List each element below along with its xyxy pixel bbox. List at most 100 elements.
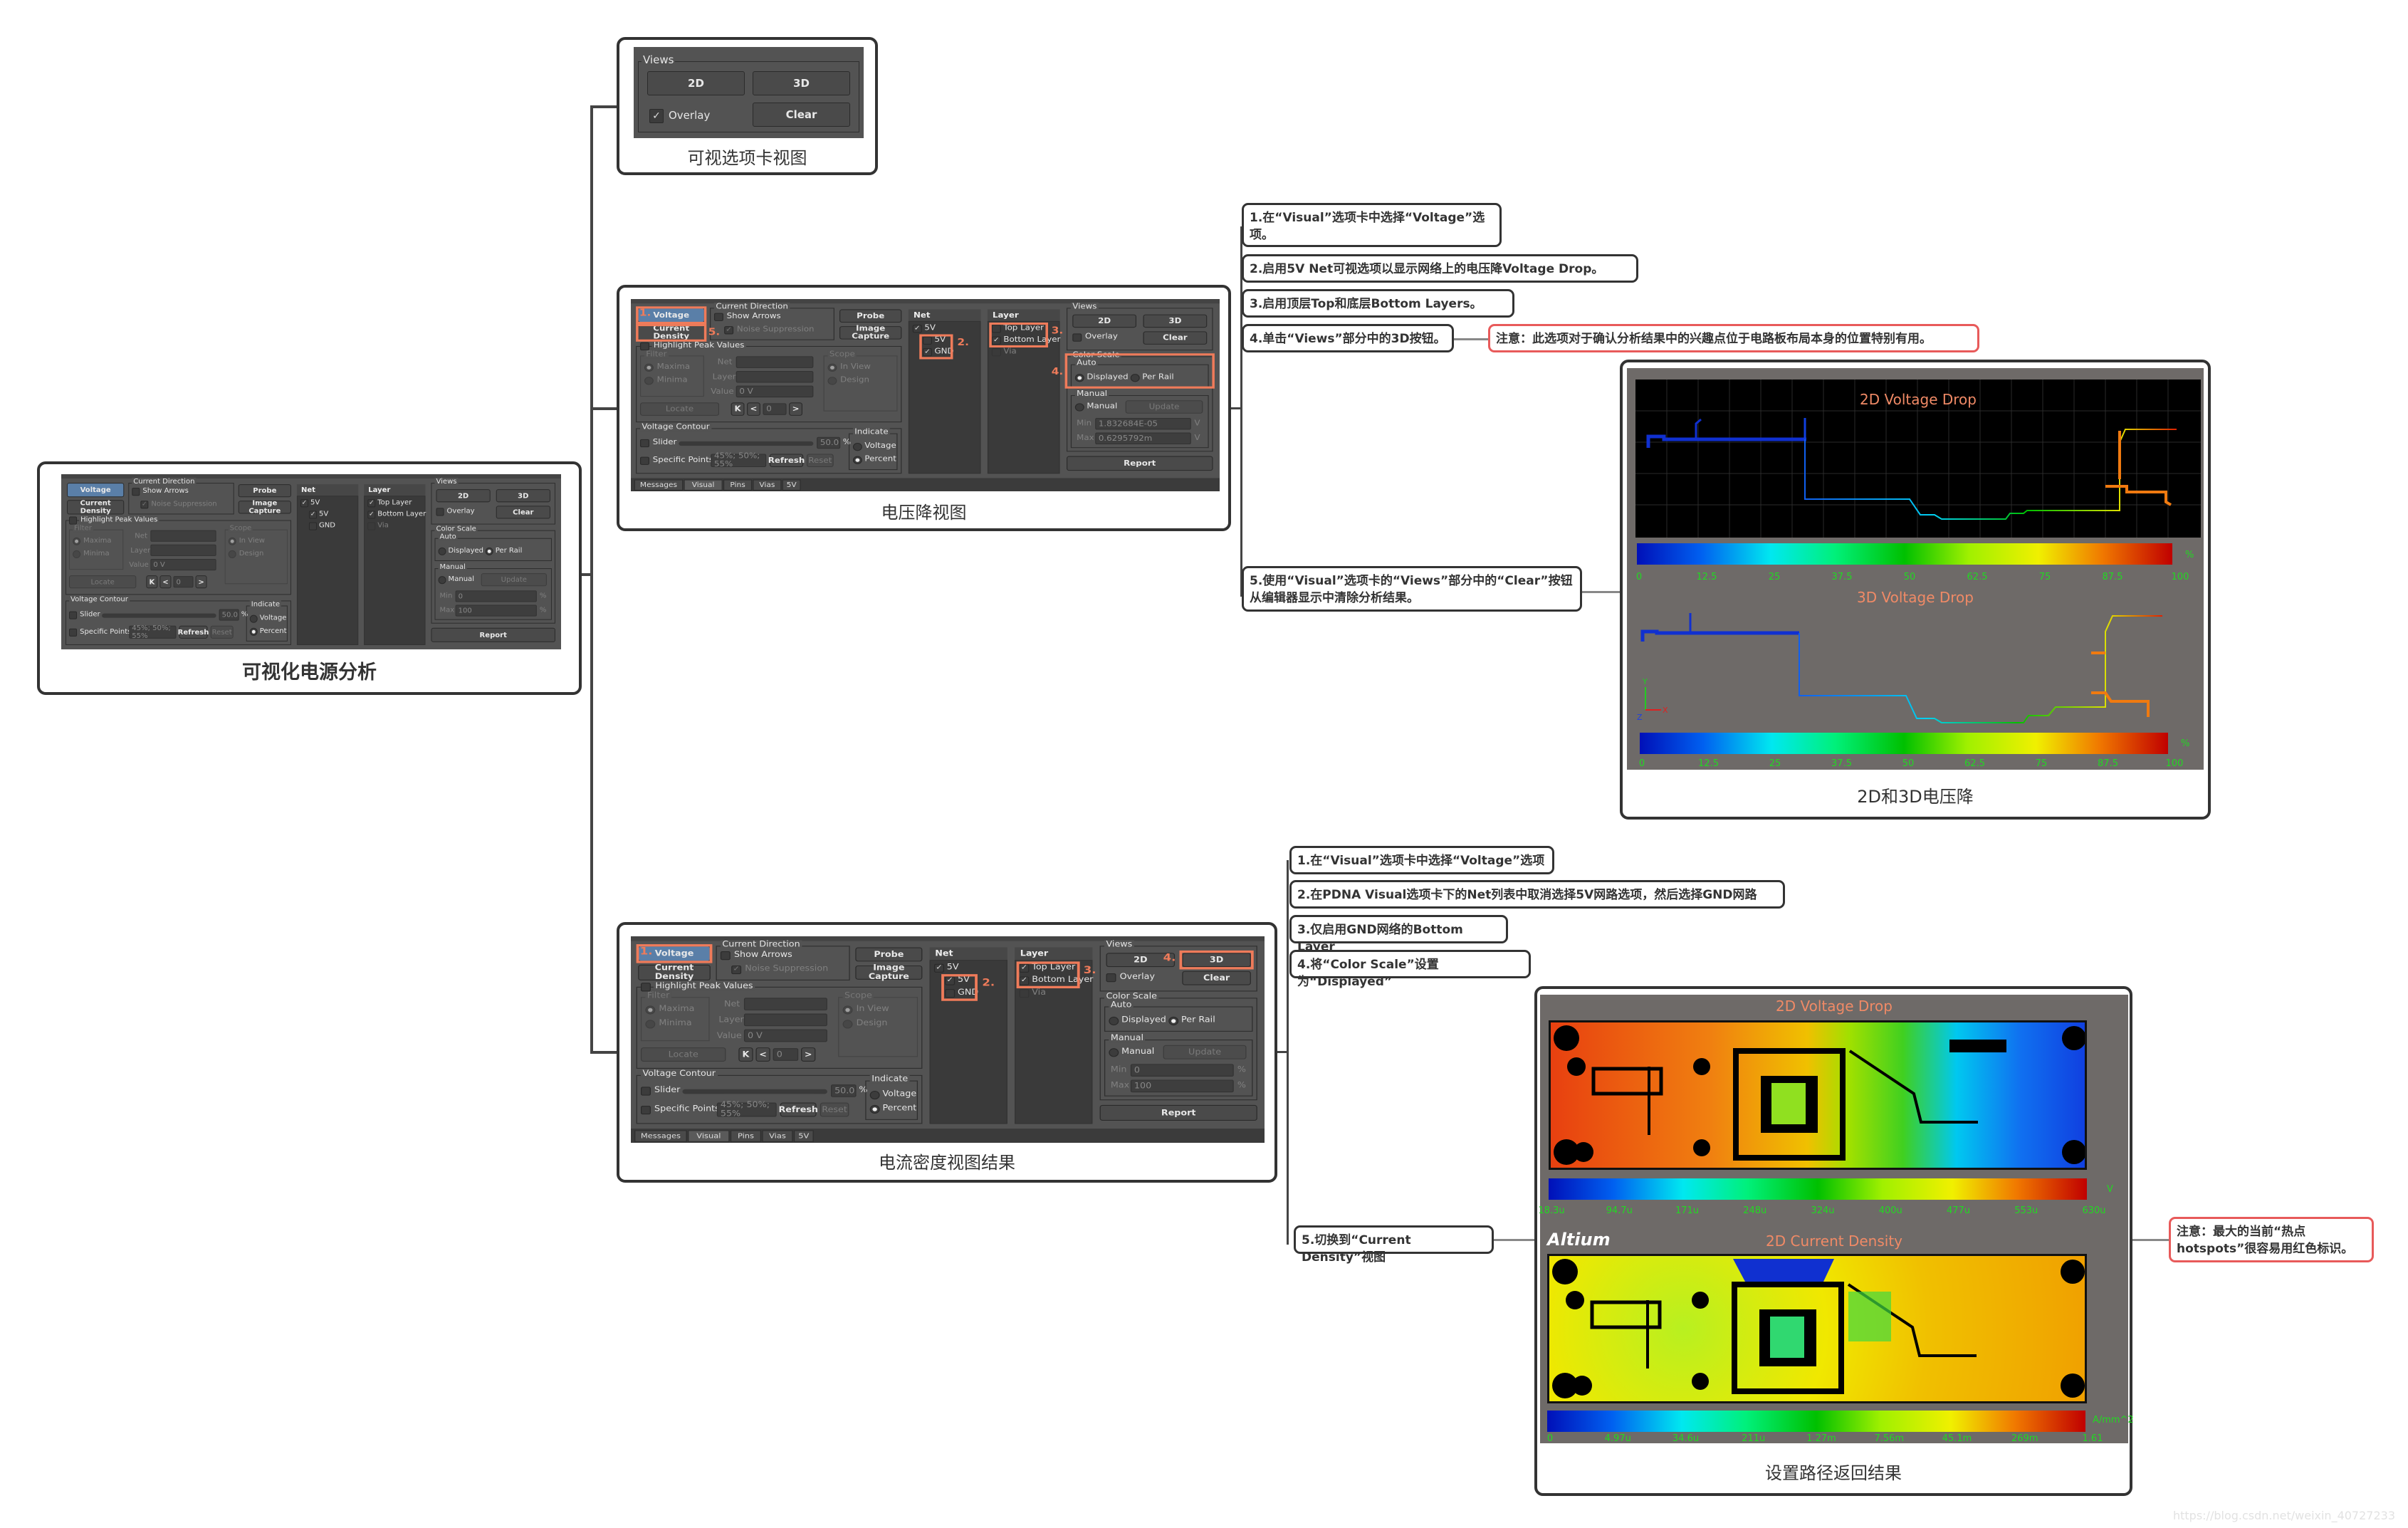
update-button[interactable]: Update [1125, 400, 1203, 414]
locate-button[interactable]: Locate [640, 1047, 726, 1062]
net-gnd-checkbox[interactable] [308, 522, 318, 530]
peak-index-field[interactable]: 0 [763, 403, 787, 415]
current-density-button[interactable]: Current Density [638, 964, 711, 981]
probe-button[interactable]: Probe [855, 947, 923, 962]
peak-net-field[interactable] [150, 530, 216, 542]
first-button[interactable]: K [738, 1047, 753, 1062]
specific-points-field[interactable]: 45%; 50%; 55% [711, 452, 767, 469]
slider-value-field[interactable]: 50.0 [817, 436, 841, 449]
contour-slider[interactable] [102, 613, 216, 618]
panel-tab-pins[interactable]: Pins [730, 1130, 762, 1142]
indicate-voltage-radio[interactable] [869, 1090, 880, 1100]
bottom-layer-checkbox[interactable]: ✓ [367, 511, 376, 519]
reset-button[interactable]: Reset [820, 1102, 849, 1117]
overlay-checkbox[interactable]: ✓ [649, 109, 664, 123]
panel-clear-button[interactable]: Clear [1143, 331, 1208, 345]
slider-checkbox[interactable] [640, 1087, 651, 1096]
displayed-radio[interactable] [438, 547, 446, 555]
first-button[interactable]: K [731, 402, 745, 416]
panel-overlay-checkbox[interactable] [436, 508, 444, 516]
refresh-button[interactable]: Refresh [768, 454, 805, 467]
panel-tab-vias[interactable]: Vias [753, 479, 782, 491]
peak-layer-field[interactable] [743, 1013, 827, 1027]
highlight-peak-checkbox[interactable] [640, 983, 651, 992]
maxima-radio[interactable] [645, 1005, 656, 1015]
next-button[interactable]: > [801, 1047, 816, 1062]
minima-radio[interactable] [73, 550, 81, 558]
peak-index-field[interactable]: 0 [773, 1048, 799, 1061]
min-field[interactable]: 0 [455, 590, 537, 602]
indicate-voltage-radio[interactable] [852, 442, 862, 451]
report-button[interactable]: Report [1066, 456, 1213, 471]
probe-button[interactable]: Probe [238, 484, 291, 498]
design-radio[interactable] [842, 1020, 853, 1029]
clear-button[interactable]: Clear [753, 103, 850, 127]
via-checkbox[interactable] [367, 522, 376, 530]
slider-checkbox[interactable] [69, 611, 78, 619]
image-capture-button[interactable]: Image Capture [238, 499, 291, 515]
indicate-percent-radio[interactable] [249, 627, 258, 636]
maxima-radio[interactable] [644, 363, 654, 372]
first-button[interactable]: K [146, 575, 158, 589]
show-arrows-checkbox[interactable] [132, 488, 140, 496]
specific-points-checkbox[interactable] [640, 1105, 651, 1115]
top-layer-checkbox[interactable]: ✓ [367, 499, 376, 508]
slider-value-field[interactable]: 50.0 [219, 609, 239, 621]
view-3d-button[interactable]: 3D [753, 71, 850, 95]
min-field[interactable]: 0 [1130, 1064, 1234, 1077]
panel-tab-visual[interactable]: Visual [684, 479, 723, 491]
report-button[interactable]: Report [431, 627, 555, 642]
net-parent-checkbox[interactable]: ✓ [912, 325, 922, 333]
panel-tab-pins[interactable]: Pins [723, 479, 753, 491]
indicate-percent-radio[interactable] [852, 456, 862, 464]
voltage-button[interactable]: Voltage [67, 483, 125, 498]
view-2d-button[interactable]: 2D [647, 71, 745, 95]
image-capture-button[interactable]: Image Capture [839, 325, 902, 341]
refresh-button[interactable]: Refresh [178, 625, 209, 639]
in-view-radio[interactable] [842, 1005, 853, 1015]
peak-value-field[interactable]: 0 V [743, 1029, 827, 1042]
contour-slider[interactable] [682, 1089, 827, 1094]
prev-button[interactable]: < [755, 1047, 770, 1062]
reset-button[interactable]: Reset [806, 454, 834, 467]
via-checkbox[interactable] [1019, 989, 1030, 998]
update-button[interactable]: Update [481, 573, 547, 587]
reset-button[interactable]: Reset [210, 625, 234, 639]
noise-suppression-checkbox[interactable]: ✓ [140, 501, 149, 509]
show-arrows-checkbox[interactable] [713, 313, 723, 321]
max-field[interactable]: 100 [455, 605, 537, 617]
layer-list[interactable]: ✓ Top Layer ✓ Bottom Layer Via [364, 496, 426, 645]
manual-radio[interactable] [1074, 403, 1084, 412]
net-5v-checkbox[interactable]: ✓ [308, 511, 318, 519]
locate-button[interactable]: Locate [639, 402, 720, 416]
slider-value-field[interactable]: 50.0 [830, 1084, 857, 1097]
noise-suppression-checkbox[interactable]: ✓ [724, 326, 734, 335]
peak-value-field[interactable]: 0 V [150, 558, 216, 571]
net-list[interactable]: ✓ 5V ✓ 5V GND [296, 496, 359, 645]
minima-radio[interactable] [644, 377, 654, 385]
peak-value-field[interactable]: 0 V [736, 385, 814, 398]
highlight-peak-checkbox[interactable] [69, 516, 78, 525]
indicate-voltage-radio[interactable] [249, 614, 258, 623]
show-arrows-checkbox[interactable] [720, 951, 731, 961]
minima-radio[interactable] [645, 1020, 656, 1029]
prev-button[interactable]: < [747, 402, 760, 416]
refresh-button[interactable]: Refresh [778, 1102, 818, 1117]
panel-tab-messages[interactable]: Messages [634, 1130, 687, 1142]
next-button[interactable]: > [789, 402, 803, 416]
design-radio[interactable] [827, 377, 837, 385]
net-parent-checkbox[interactable]: ✓ [933, 963, 944, 973]
in-view-radio[interactable] [228, 537, 236, 545]
max-field[interactable]: 0.6295792m [1095, 432, 1191, 445]
next-button[interactable]: > [195, 575, 207, 589]
displayed-radio[interactable] [1109, 1016, 1119, 1026]
contour-slider[interactable] [679, 441, 814, 446]
via-checkbox[interactable] [991, 348, 1001, 357]
update-button[interactable]: Update [1163, 1045, 1247, 1059]
indicate-percent-radio[interactable] [869, 1104, 880, 1114]
panel-tab-5v[interactable]: 5V [793, 1130, 814, 1142]
probe-button[interactable]: Probe [839, 309, 902, 323]
design-radio[interactable] [228, 550, 236, 558]
panel-tab-5v[interactable]: 5V [782, 479, 801, 491]
image-capture-button[interactable]: Image Capture [855, 964, 923, 981]
